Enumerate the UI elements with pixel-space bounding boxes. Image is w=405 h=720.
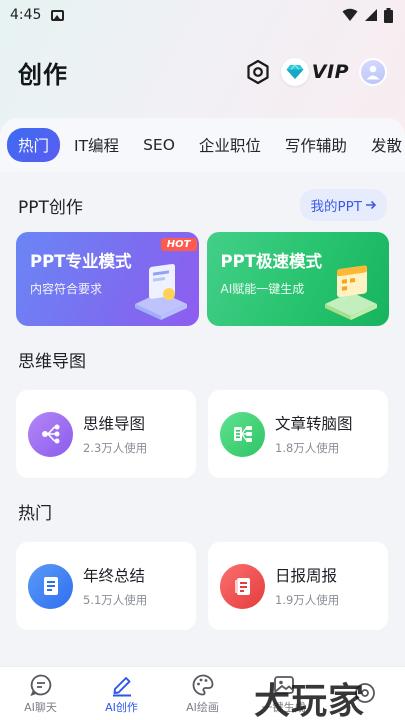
palette-icon (192, 674, 213, 695)
tab-writing-assist[interactable]: 写作辅助 (275, 128, 357, 162)
ppt-pro-mode-title: PPT专业模式 (30, 252, 132, 271)
page-title: 创作 (18, 60, 68, 89)
gallery-notification-icon (51, 9, 65, 21)
signal-icon (365, 9, 377, 21)
tab-divergent[interactable]: 发散 (361, 128, 405, 162)
arrow-right-icon (366, 200, 377, 210)
my-ppt-button[interactable]: 我的PPT (300, 189, 387, 221)
content-panel: 热门 IT编程 SEO 企业职位 写作辅助 发散 PPT创作 我的PPT PPT… (0, 118, 405, 666)
tab-hot[interactable]: 热门 (7, 128, 61, 162)
watermark-text: 大玩家 (254, 680, 366, 720)
diamond-icon (280, 58, 309, 86)
tab-seo[interactable]: SEO (133, 130, 185, 160)
mindmap-section-title: 思维导图 (18, 351, 86, 372)
chat-icon (29, 674, 51, 696)
nav-ai-create[interactable]: AI创作 (81, 667, 162, 720)
nav-ai-paint-label: AI绘画 (186, 700, 219, 714)
ppt-fast-mode-desc: AI赋能一键生成 (220, 282, 305, 296)
my-ppt-label: 我的PPT (310, 199, 362, 215)
hot-tools: 年终总结 5.1万人使用 日报周报 1.9万人使用 (0, 542, 405, 630)
hot-section-header: 热门 (0, 492, 405, 530)
nav-ai-chat[interactable]: AI聊天 (0, 667, 81, 720)
article-to-mindmap-card[interactable]: 文章转脑图 1.8万人使用 (208, 390, 388, 478)
status-indicators (342, 7, 393, 23)
mindmap-section-header: 思维导图 (0, 340, 405, 378)
battery-icon (384, 7, 393, 23)
ppt-section-title: PPT创作 (18, 197, 83, 218)
mindmap-card-title: 思维导图 (83, 415, 146, 433)
settings-icon[interactable] (245, 59, 271, 85)
status-bar: 4:45 (0, 0, 405, 30)
vip-label: VIP (311, 61, 349, 83)
user-icon (366, 65, 380, 80)
document-icon (28, 563, 73, 609)
category-tabs: 热门 IT编程 SEO 企业职位 写作辅助 发散 (0, 118, 405, 172)
report-icon (220, 563, 265, 609)
ppt-cards: PPT专业模式 内容符合要求 HOT PPT极速模式 AI赋能一键生成 (0, 232, 405, 326)
mindmap-icon (28, 411, 73, 457)
vip-button[interactable]: VIP (280, 58, 349, 86)
daily-weekly-report-usage: 1.9万人使用 (275, 593, 340, 607)
article-to-mindmap-title: 文章转脑图 (275, 415, 353, 433)
nav-ai-chat-label: AI聊天 (24, 700, 57, 714)
year-end-summary-card[interactable]: 年终总结 5.1万人使用 (16, 542, 196, 630)
tab-it-programming[interactable]: IT编程 (64, 128, 129, 162)
app-header: 创作 VIP (0, 48, 405, 96)
ppt-fast-mode-card[interactable]: PPT极速模式 AI赋能一键生成 (206, 232, 389, 326)
daily-weekly-report-card[interactable]: 日报周报 1.9万人使用 (208, 542, 388, 630)
wifi-icon (342, 8, 358, 21)
ppt-pro-mode-card[interactable]: PPT专业模式 内容符合要求 HOT (16, 232, 199, 326)
ppt-fast-mode-title: PPT极速模式 (220, 252, 322, 271)
header-actions: VIP (245, 58, 387, 86)
ppt-section-header: PPT创作 我的PPT (0, 186, 405, 224)
status-time: 4:45 (10, 7, 42, 23)
mindmap-card[interactable]: 思维导图 2.3万人使用 (16, 390, 196, 478)
hot-section-title: 热门 (18, 503, 52, 524)
year-end-summary-usage: 5.1万人使用 (83, 593, 148, 607)
article-icon (220, 411, 265, 457)
mindmap-tools: 思维导图 2.3万人使用 文章转脑图 1.8万人使用 (0, 390, 405, 478)
avatar[interactable] (359, 58, 387, 86)
ppt-pro-mode-desc: 内容符合要求 (30, 282, 103, 296)
year-end-summary-title: 年终总结 (83, 567, 146, 585)
nav-ai-paint[interactable]: AI绘画 (162, 667, 243, 720)
mindmap-card-usage: 2.3万人使用 (83, 441, 148, 455)
pen-icon (112, 676, 131, 696)
article-to-mindmap-usage: 1.8万人使用 (275, 441, 340, 455)
tab-enterprise-jobs[interactable]: 企业职位 (189, 128, 271, 162)
daily-weekly-report-title: 日报周报 (275, 567, 338, 585)
hot-badge: HOT (160, 238, 197, 251)
nav-ai-create-label: AI创作 (105, 700, 138, 714)
